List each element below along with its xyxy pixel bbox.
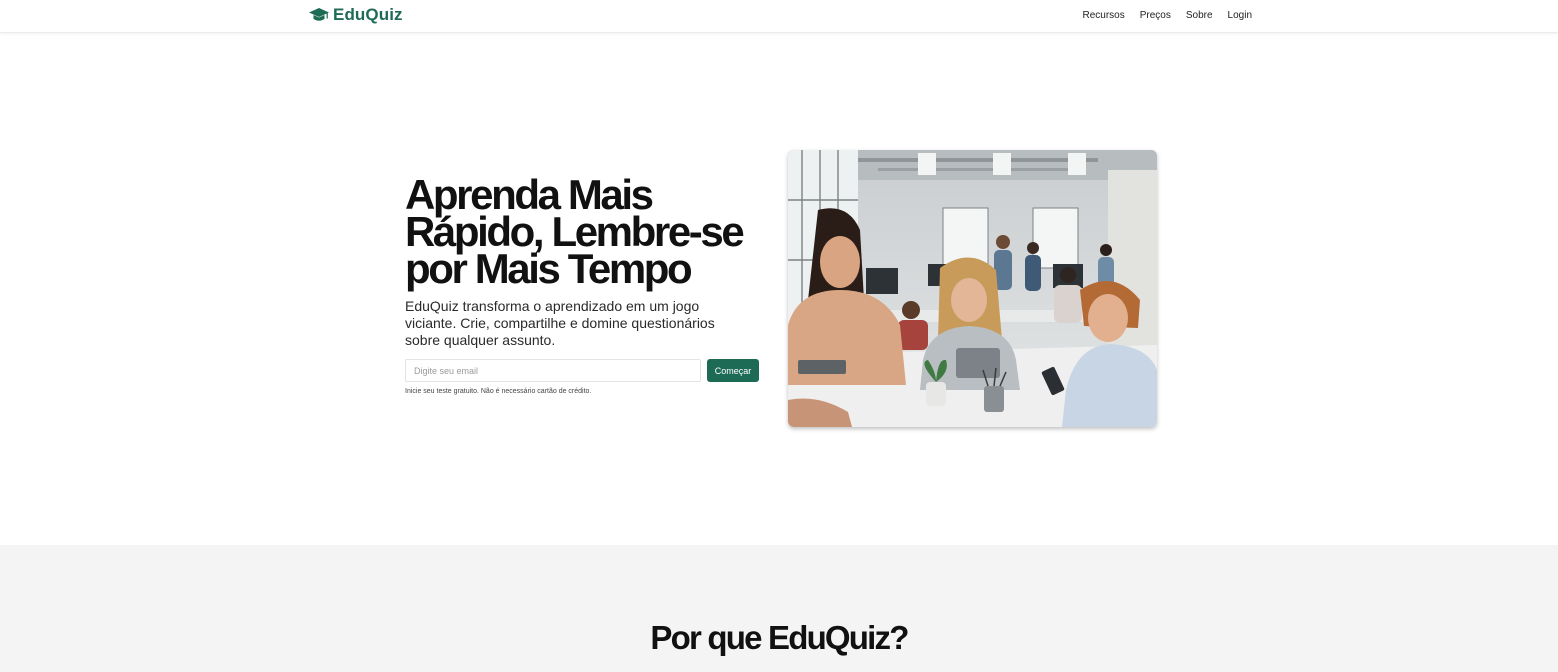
main-nav: Recursos Preços Sobre Login [1082,10,1252,21]
email-input[interactable] [405,359,701,382]
nav-link-login[interactable]: Login [1228,10,1252,21]
hero-title-line: por Mais Tempo [405,245,693,292]
brand-name: EduQuiz [333,5,403,24]
hero-classroom-image [788,150,1157,427]
nav-link-sobre[interactable]: Sobre [1186,10,1213,21]
nav-link-precos[interactable]: Preços [1140,10,1171,21]
nav-link-recursos[interactable]: Recursos [1082,10,1124,21]
graduation-cap-icon [309,7,329,23]
features-title: Por que EduQuiz? [650,619,909,656]
features-section: Por que EduQuiz? [0,545,1558,672]
top-navbar: EduQuiz Recursos Preços Sobre Login [0,0,1558,33]
brand-logo-link[interactable]: EduQuiz [309,5,403,25]
hero-title: Aprenda Mais Rápido, Lembre-se por Mais … [405,174,775,290]
hero-content: Aprenda Mais Rápido, Lembre-se por Mais … [405,174,775,395]
hero-subtitle: EduQuiz transforma o aprendizado em um j… [405,298,715,348]
trial-fineprint: Inicie seu teste gratuito. Não é necessá… [405,388,592,395]
start-button[interactable]: Começar [707,359,759,382]
signup-form: Começar [405,359,775,382]
